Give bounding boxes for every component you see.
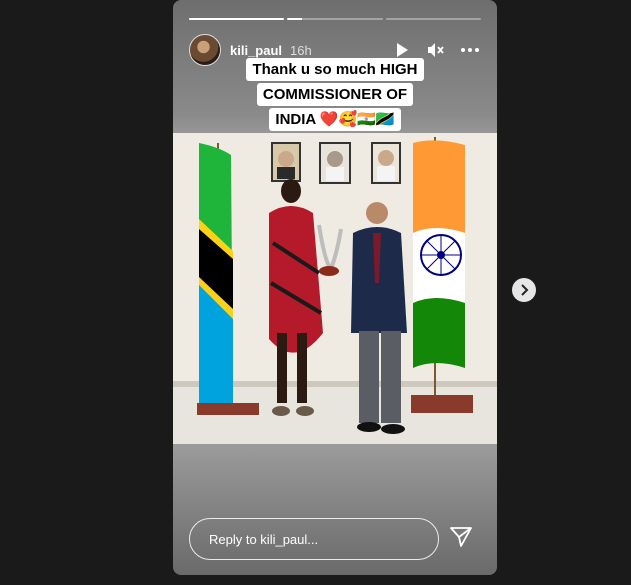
reply-placeholder: Reply to kili_paul... xyxy=(209,531,319,547)
story-time: 16h xyxy=(290,42,312,58)
username[interactable]: kili_paul xyxy=(230,43,282,58)
next-story-button[interactable] xyxy=(512,278,536,302)
progress-segment xyxy=(287,18,383,20)
progress-fill xyxy=(189,18,285,20)
send-button[interactable] xyxy=(449,525,473,549)
mute-icon xyxy=(428,43,444,57)
photo-illustration xyxy=(173,133,497,444)
caption-line: INDIA ❤️🥰🇮🇳🇹🇿 xyxy=(269,108,401,131)
progress-segment xyxy=(189,18,285,20)
more-icon xyxy=(461,48,479,52)
progress-segment xyxy=(385,18,481,20)
story-caption: Thank u so much HIGH COMMISSIONER OF IND… xyxy=(173,58,497,133)
chevron-right-icon xyxy=(521,284,529,296)
reply-input[interactable]: Reply to kili_paul... xyxy=(189,518,439,560)
story-photo xyxy=(173,133,497,444)
progress-fill xyxy=(287,18,302,20)
caption-line: COMMISSIONER OF xyxy=(256,83,414,106)
story-viewer: kili_paul 16h Thank u so much HIGH COMMI… xyxy=(173,0,497,575)
caption-line: Thank u so much HIGH xyxy=(246,58,424,81)
story-progress xyxy=(189,18,481,20)
play-icon xyxy=(397,43,408,57)
send-icon xyxy=(450,527,472,547)
